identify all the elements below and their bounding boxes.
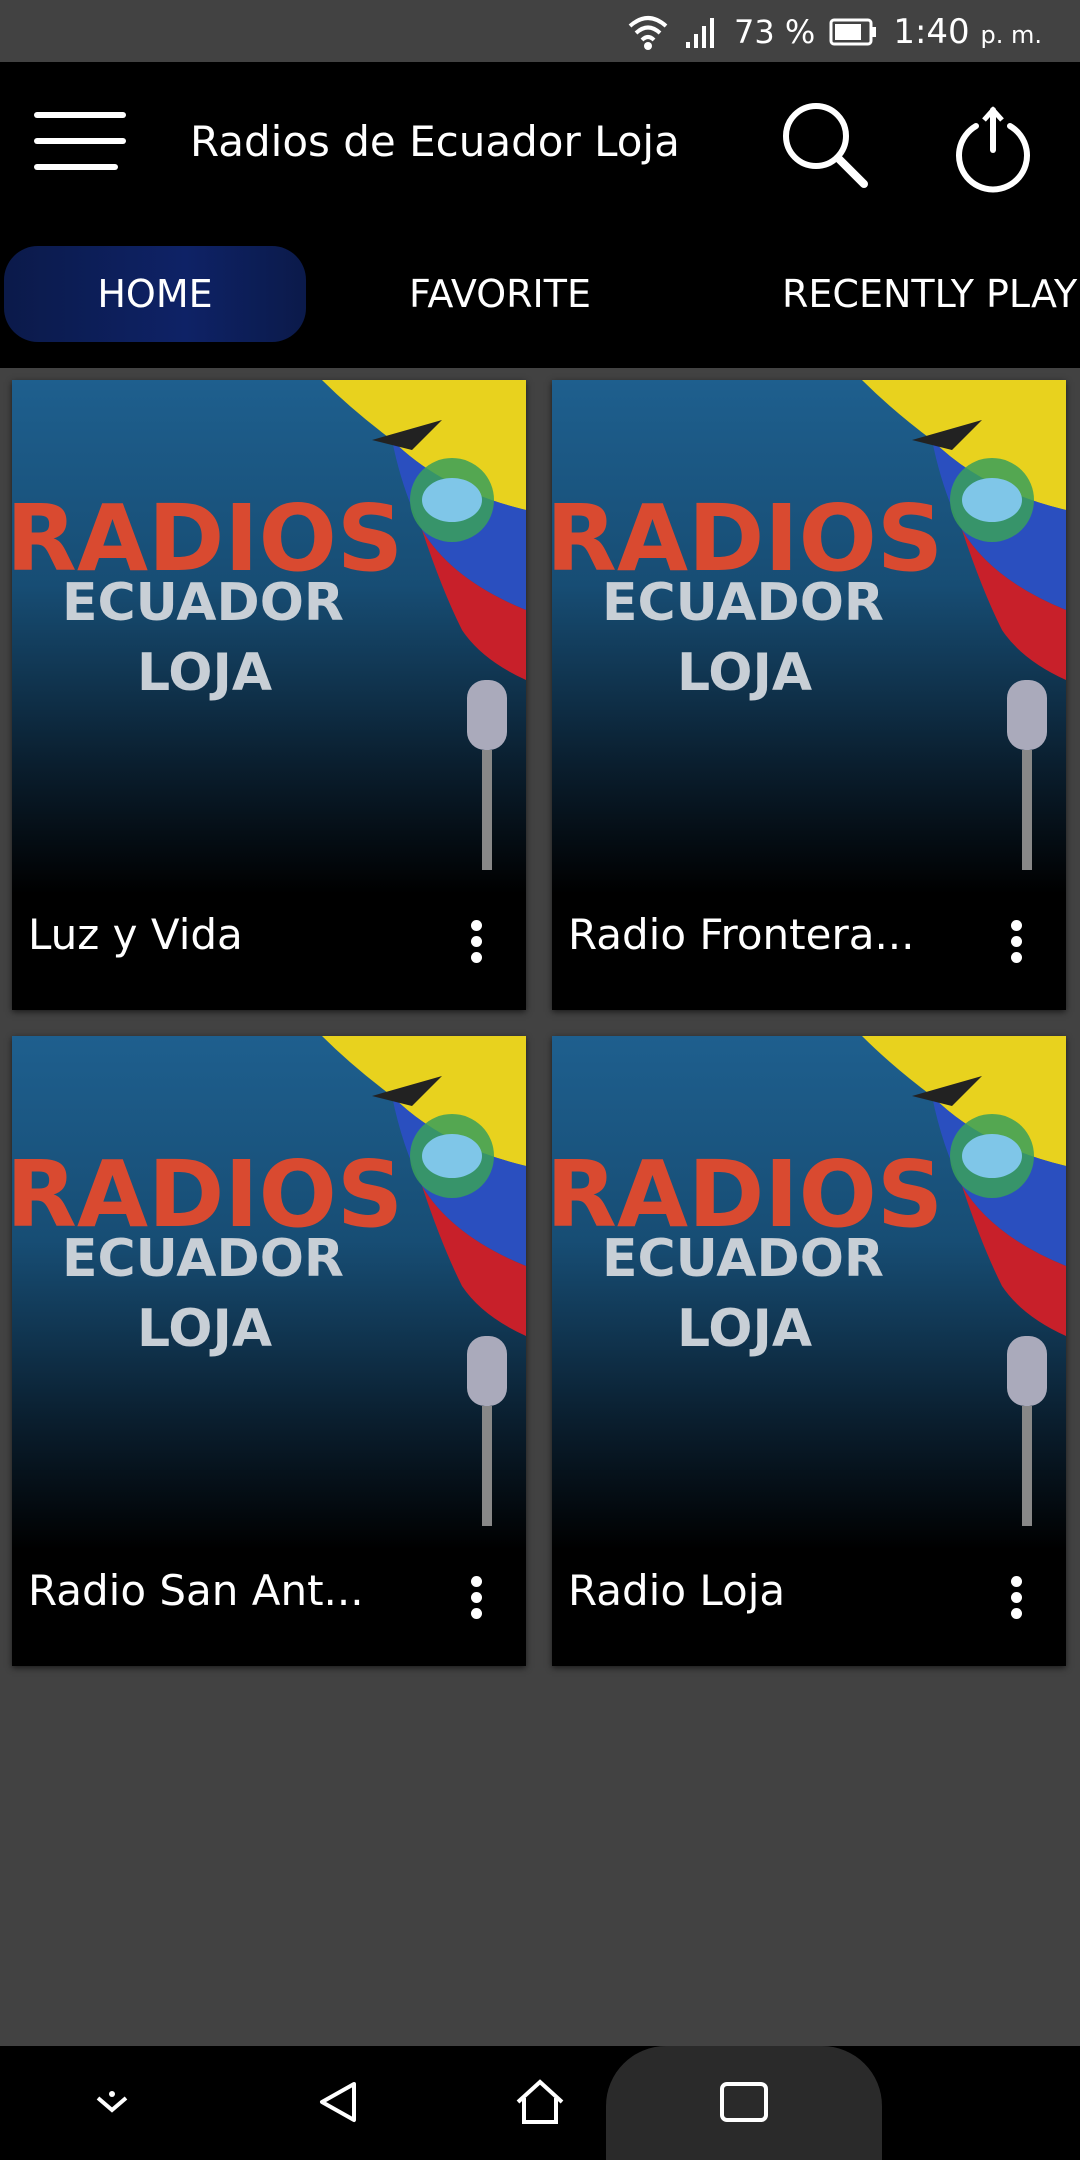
station-artwork: RADIOS ECUADOR LOJA: [552, 380, 1066, 894]
station-card[interactable]: RADIOS ECUADOR LOJA Radio Frontera...: [552, 380, 1066, 1010]
time-value: 1:40: [893, 12, 970, 52]
station-artwork: RADIOS ECUADOR LOJA: [12, 1036, 526, 1550]
battery-percent: 73 %: [734, 13, 816, 51]
system-nav-bar: [0, 2046, 1080, 2160]
artwork-line2: ECUADOR: [602, 573, 884, 633]
station-card[interactable]: RADIOS ECUADOR LOJA Luz y Vida: [12, 380, 526, 1010]
more-vert-icon[interactable]: [1006, 920, 1026, 964]
tab-home[interactable]: HOME: [4, 246, 306, 342]
artwork-line3: LOJA: [137, 1299, 272, 1359]
wifi-icon: [628, 16, 668, 50]
back-icon[interactable]: [308, 2072, 368, 2132]
app-bar: Radios de Ecuador Loja: [0, 62, 1080, 222]
time-suffix: p. m.: [980, 21, 1043, 49]
search-icon[interactable]: [778, 98, 874, 194]
station-artwork: RADIOS ECUADOR LOJA: [552, 1036, 1066, 1550]
signal-icon: [686, 18, 715, 48]
artwork-line3: LOJA: [677, 1299, 812, 1359]
station-name: Radio Loja: [568, 1566, 786, 1615]
tab-favorite[interactable]: FAVORITE: [360, 246, 640, 342]
station-artwork: RADIOS ECUADOR LOJA: [12, 380, 526, 894]
artwork-line2: ECUADOR: [62, 1229, 344, 1289]
station-card[interactable]: RADIOS ECUADOR LOJA Radio San Ant...: [12, 1036, 526, 1666]
more-vert-icon[interactable]: [466, 1576, 486, 1620]
menu-icon[interactable]: [34, 112, 126, 174]
home-icon[interactable]: [510, 2072, 570, 2132]
app-title: Radios de Ecuador Loja: [190, 117, 680, 166]
battery-icon: [829, 18, 877, 46]
artwork-line2: ECUADOR: [62, 573, 344, 633]
tab-bar: HOME FAVORITE RECENTLY PLAYED: [0, 222, 1080, 368]
status-icons: 73 % 1:40 p. m.: [626, 10, 1042, 54]
more-vert-icon[interactable]: [1006, 1576, 1026, 1620]
station-card[interactable]: RADIOS ECUADOR LOJA Radio Loja: [552, 1036, 1066, 1666]
station-name: Luz y Vida: [28, 910, 243, 959]
recents-icon[interactable]: [714, 2072, 774, 2132]
artwork-line3: LOJA: [137, 643, 272, 703]
hide-nav-icon[interactable]: [82, 2072, 142, 2132]
tab-recently-played[interactable]: RECENTLY PLAYED: [760, 246, 1080, 342]
more-vert-icon[interactable]: [466, 920, 486, 964]
artwork-line3: LOJA: [677, 643, 812, 703]
status-bar: 73 % 1:40 p. m.: [0, 0, 1080, 62]
artwork-line2: ECUADOR: [602, 1229, 884, 1289]
station-name: Radio Frontera...: [568, 910, 915, 959]
status-time: 1:40 p. m.: [893, 12, 1042, 52]
power-icon[interactable]: [948, 104, 1038, 194]
station-name: Radio San Ant...: [28, 1566, 364, 1615]
